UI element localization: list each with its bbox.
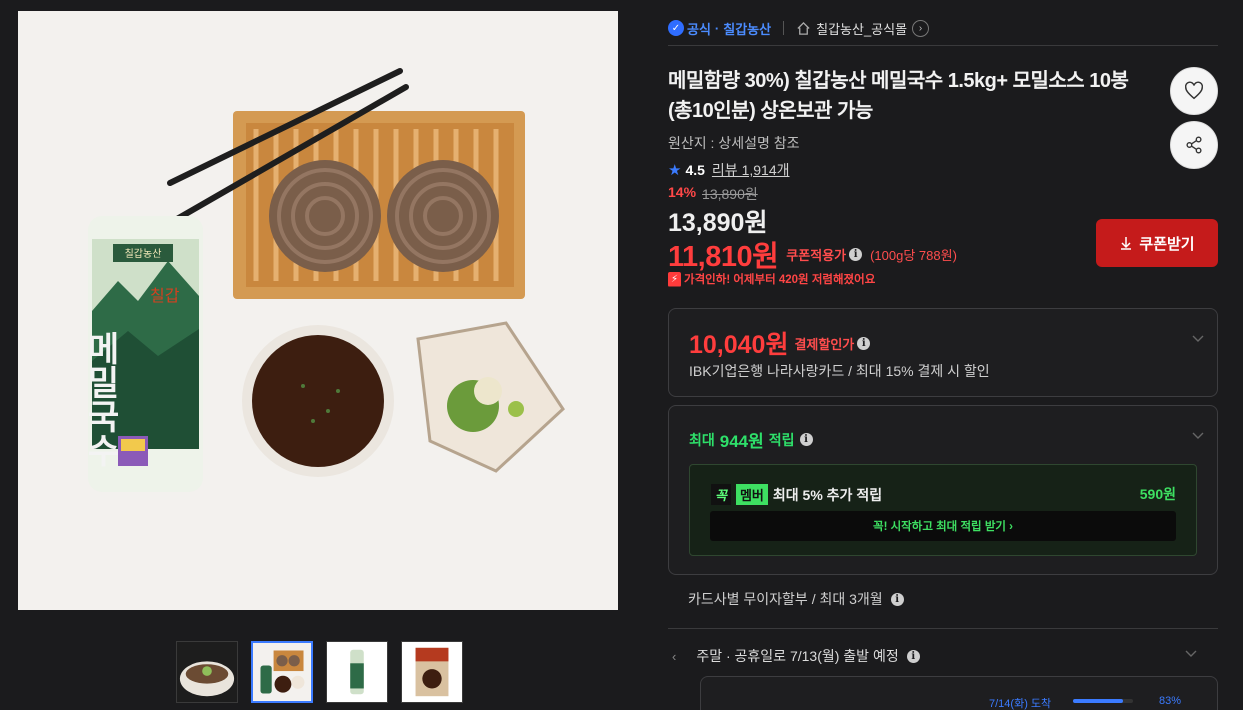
delivery-forecast-box: 7/14(화) 도착 83% [700,676,1218,710]
store-link[interactable]: 칠갑농산_공식몰 › [796,19,930,38]
max-reward: 최대 944원 적립 i [689,427,813,452]
store-home-icon [797,21,810,35]
payment-discount-price-row: 10,040원 결제할인가 i [689,325,871,361]
thumbnail-4-image [402,642,462,702]
payment-discount-label: 결제할인가 [794,336,855,352]
store-name: 칠갑농산_공식몰 [816,21,908,37]
reviews-link[interactable]: 리뷰 1,914개 [712,160,790,180]
info-icon[interactable]: i [890,592,904,606]
thumbnail-2-image [253,643,311,701]
member-reward-line: 꼭 멤버 최대 5% 추가 적립 [711,484,882,505]
product-title: 메밀함량 30%) 칠갑농산 메밀국수 1.5kg+ 모밀소스 10봉 (총10… [668,70,1129,122]
card-discount-text: IBK기업은행 나라사랑카드 / 최대 15% 결제 시 할인 [689,363,990,379]
thumbnail-3[interactable] [326,641,388,703]
info-icon[interactable]: i [799,433,813,446]
star-icon: ★ [668,162,682,179]
info-icon[interactable]: i [857,336,871,350]
member-logo-b: 멤버 [735,484,768,505]
share-icon [1186,136,1202,154]
heart-icon [1184,81,1204,100]
payment-discount-box[interactable]: 10,040원 결제할인가 i IBK기업은행 나라사랑카드 / 최대 15% … [668,308,1218,397]
installment-info: 카드사별 무이자할부 / 최대 3개월 i [688,589,904,609]
member-reward-card: 꼭 멤버 최대 5% 추가 적립 590원 꼭! 시작하고 최대 적립 받기 › [689,464,1197,556]
package-name-b: 메밀국수 [81,331,119,467]
info-icon[interactable]: i [906,649,920,663]
member-logo-a: 꼭 [711,484,731,505]
member-reward-text: 최대 5% 추가 적립 [772,486,883,503]
rewards-box: 최대 944원 적립 i 꼭 멤버 최대 5% 추가 적립 590원 꼭! 시작… [668,405,1218,575]
thumbnail-4[interactable] [401,641,463,703]
installment-text: 카드사별 무이자할부 / 최대 3개월 [688,591,883,607]
product-rating: ★ 4.5 리뷰 1,914개 [668,160,790,180]
chevron-down-icon[interactable] [1191,428,1205,442]
thumbnail-strip [176,641,463,703]
separator-dot: · [714,20,720,36]
discount-row: 14% 13,890원 [668,184,758,204]
arrival-progress-fill [1073,699,1123,703]
reward-amount: 944원 [719,432,764,451]
member-reward-points: 590원 [1139,486,1176,502]
chevron-down-icon[interactable] [1191,331,1205,345]
lightning-icon: ⚡ [668,271,681,287]
unit-price: (100g당 788원) [870,247,957,263]
product-photo: 칠갑농산 칠갑 메밀국수 [18,11,618,610]
price-drop-notice: ⚡ 가격인하! 어제부터 420원 저렴해졌어요 [668,271,875,287]
divider [668,628,1218,629]
discount-percent: 14% [668,184,697,200]
thumbnail-1[interactable] [176,641,238,703]
price-drop-text: 가격인하! 어제부터 420원 저렴해졌어요 [684,274,876,286]
brand-name: 칠갑농산 [723,21,772,37]
coupon-price-label: 쿠폰적용가 i [786,245,863,264]
coupon-label-text: 쿠폰적용가 [786,247,847,263]
delivery-info: ‹ 주말 · 공휴일로 7/13(월) 출발 예정 i [672,646,920,666]
info-icon[interactable]: i [849,247,863,261]
divider [783,21,785,35]
reward-suffix: 적립 [768,431,795,448]
chevron-left-icon[interactable]: ‹ [672,649,676,664]
main-product-image[interactable]: 칠갑농산 칠갑 메밀국수 [18,11,618,610]
rating-score: 4.5 [685,162,705,178]
coupon-price-row: 11,810원 쿠폰적용가 i (100g당 788원) [668,233,957,275]
package-name-a: 칠갑 [150,287,180,305]
member-signup-button[interactable]: 꼭! 시작하고 최대 적립 받기 › [710,511,1176,541]
coupon-download-button[interactable]: 쿠폰받기 [1096,219,1218,267]
thumbnail-3-image [327,642,387,702]
product-origin: 원산지 : 상세설명 참조 [668,135,800,151]
coupon-price: 11,810원 [668,241,779,273]
thumbnail-2[interactable] [251,641,313,703]
thumbnail-1-image [177,642,237,702]
seller-bar: ✓ 공식 · 칠갑농산 칠갑농산_공식몰 › [668,11,1218,46]
arrival-progress-bar [1073,699,1133,703]
arrival-percent: 83% [1159,695,1182,707]
official-label: 공식 [687,21,711,37]
official-check-icon: ✓ [668,20,684,36]
package-brand: 칠갑농산 [125,248,162,260]
official-store-link[interactable]: ✓ 공식 · 칠갑농산 [668,19,771,38]
delivery-text: 주말 · 공휴일로 7/13(월) 출발 예정 [696,648,899,664]
chevron-down-icon[interactable] [1184,646,1198,660]
original-price: 13,890원 [702,186,758,202]
share-button[interactable] [1170,121,1218,169]
chevron-right-icon: › [912,19,930,37]
arrival-label: 7/14(화) 도착 [989,698,1052,710]
wishlist-button[interactable] [1170,67,1218,115]
download-icon [1121,237,1132,250]
payment-discount-price: 10,040원 [689,331,789,359]
payment-discount-label-wrap: 결제할인가 i [794,334,871,353]
reward-prefix: 최대 [689,431,715,448]
coupon-button-label: 쿠폰받기 [1139,235,1195,253]
